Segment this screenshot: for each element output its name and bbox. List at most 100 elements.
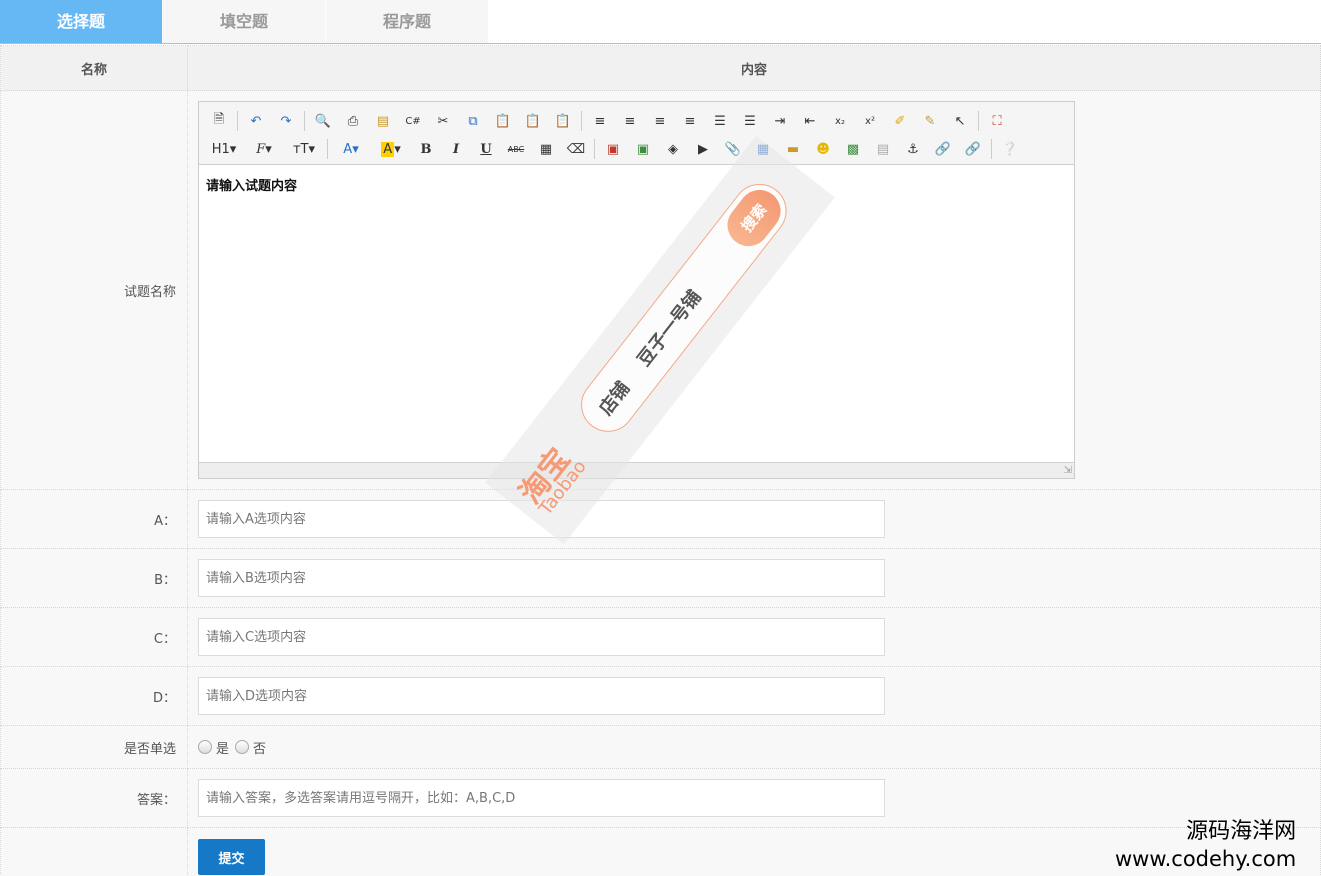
unordered-list-icon[interactable]: ☰ (738, 110, 762, 132)
align-right-icon[interactable]: ≡ (648, 110, 672, 132)
superscript-icon[interactable]: x² (858, 110, 882, 132)
align-center-icon[interactable]: ≡ (618, 110, 642, 132)
single-choice-label: 是否单选 (0, 725, 188, 769)
header-content: 内容 (187, 45, 1321, 91)
link-icon[interactable]: 🔗 (931, 138, 955, 160)
option-c-input[interactable] (198, 618, 885, 656)
resize-handle-icon[interactable]: ⇲ (1062, 466, 1072, 476)
option-a-cell (187, 489, 1321, 549)
option-a-input[interactable] (198, 500, 885, 538)
option-c-cell (187, 607, 1321, 667)
clear-format-icon[interactable]: ✐ (888, 110, 912, 132)
hilitecolor-dropdown[interactable]: A ▾ (374, 138, 408, 160)
italic-button[interactable]: I (444, 138, 468, 160)
table-icon[interactable]: ▦ (751, 138, 775, 160)
font-dropdown[interactable]: F ▾ (247, 138, 281, 160)
underline-label: U (480, 141, 492, 157)
site-watermark: 源码海洋网 www.codehy.com (1115, 818, 1296, 872)
strikethrough-button[interactable]: ABC (504, 138, 528, 160)
option-d-input[interactable] (198, 677, 885, 715)
option-b-label: B： (0, 548, 188, 608)
print-icon[interactable]: ⎙ (341, 110, 365, 132)
single-choice-row: 是否单选 是 否 (0, 725, 1321, 769)
radio-yes[interactable] (198, 740, 212, 754)
attachment-icon[interactable]: 📎 (721, 138, 745, 160)
editor-statusbar: ⇲ (199, 462, 1074, 478)
toolbar-separator (581, 111, 582, 131)
option-d-label: D： (0, 666, 188, 726)
single-choice-radios: 是 否 (198, 738, 1320, 757)
answer-label: 答案： (0, 768, 188, 828)
code-icon[interactable]: C# (401, 110, 425, 132)
question-name-row: 试题名称 🗎 ↶ ↷ 🔍 ⎙ ▤ C# ✂ ⧉ 📋 📋 📋 ≡ ≡ ≡ ≡ ☰ … (0, 90, 1321, 490)
option-b-input[interactable] (198, 559, 885, 597)
tab-fill-blank[interactable]: 填空题 (163, 0, 325, 43)
italic-label: I (452, 141, 460, 157)
redo-icon[interactable]: ↷ (274, 110, 298, 132)
emoticon-icon[interactable]: ☻ (811, 138, 835, 160)
anchor-icon[interactable]: ⚓ (901, 138, 925, 160)
help-icon[interactable]: ❔ (998, 138, 1022, 160)
paste-word-icon[interactable]: 📋 (551, 110, 575, 132)
font-size-dropdown[interactable]: тT ▾ (287, 138, 321, 160)
preview-icon[interactable]: 🔍 (311, 110, 335, 132)
paste-icon[interactable]: 📋 (491, 110, 515, 132)
bold-label: B (420, 141, 432, 157)
select-all-icon[interactable]: ✎ (918, 110, 942, 132)
radio-no[interactable] (235, 740, 250, 754)
strikethrough-label: ABC (507, 144, 525, 154)
option-d-row: D： (0, 666, 1321, 726)
tab-choice[interactable]: 选择题 (0, 0, 162, 43)
subscript-icon[interactable]: x₂ (828, 110, 852, 132)
page-break-icon[interactable]: ▤ (871, 138, 895, 160)
unlink-icon[interactable]: 🔗 (961, 138, 985, 160)
radio-yes-label: 是 (216, 741, 230, 757)
template-icon[interactable]: ▤ (371, 110, 395, 132)
toolbar-separator (978, 111, 979, 131)
table-header-row: 名称 内容 (0, 45, 1321, 91)
editor-toolbar: 🗎 ↶ ↷ 🔍 ⎙ ▤ C# ✂ ⧉ 📋 📋 📋 ≡ ≡ ≡ ≡ ☰ ☰ ⇥ ⇤… (199, 102, 1074, 165)
toolbar-row-2: H1 ▾ F ▾ тT ▾ A ▾ A ▾ B I U ABC ▦ ⌫ ▣ ▣ … (207, 135, 1066, 163)
option-d-cell (187, 666, 1321, 726)
option-b-row: B： (0, 548, 1321, 608)
indent-icon[interactable]: ⇥ (768, 110, 792, 132)
tab-program[interactable]: 程序题 (326, 0, 488, 43)
map-icon[interactable]: ▩ (841, 138, 865, 160)
option-a-label: A： (0, 489, 188, 549)
toolbar-separator (594, 139, 595, 159)
copy-icon[interactable]: ⧉ (461, 110, 485, 132)
flash-icon[interactable]: ◈ (661, 138, 685, 160)
forecolor-dropdown[interactable]: A ▾ (334, 138, 368, 160)
outdent-icon[interactable]: ⇤ (798, 110, 822, 132)
watermark-site-name: 源码海洋网 (1186, 819, 1297, 844)
question-form-table: 名称 内容 试题名称 🗎 ↶ ↷ 🔍 ⎙ ▤ C# ✂ ⧉ 📋 📋 📋 ≡ ≡ … (0, 45, 1321, 876)
submit-button[interactable]: 提交 (198, 839, 265, 875)
header-name: 名称 (0, 45, 188, 91)
remove-format-icon[interactable]: ⌫ (564, 138, 588, 160)
ordered-list-icon[interactable]: ☰ (708, 110, 732, 132)
image-icon[interactable]: ▣ (601, 138, 625, 160)
horizontal-rule-icon[interactable]: ▬ (781, 138, 805, 160)
source-icon[interactable]: 🗎 (207, 110, 231, 132)
heading-label: H1 (211, 141, 230, 157)
answer-input[interactable] (198, 779, 885, 817)
undo-icon[interactable]: ↶ (244, 110, 268, 132)
rich-text-editor: 🗎 ↶ ↷ 🔍 ⎙ ▤ C# ✂ ⧉ 📋 📋 📋 ≡ ≡ ≡ ≡ ☰ ☰ ⇥ ⇤… (198, 101, 1075, 479)
underline-button[interactable]: U (474, 138, 498, 160)
heading-dropdown[interactable]: H1 ▾ (207, 138, 241, 160)
align-justify-icon[interactable]: ≡ (678, 110, 702, 132)
cut-icon[interactable]: ✂ (431, 110, 455, 132)
media-icon[interactable]: ▶ (691, 138, 715, 160)
select-icon[interactable]: ↖ (948, 110, 972, 132)
multi-image-icon[interactable]: ▣ (631, 138, 655, 160)
question-name-cell: 🗎 ↶ ↷ 🔍 ⎙ ▤ C# ✂ ⧉ 📋 📋 📋 ≡ ≡ ≡ ≡ ☰ ☰ ⇥ ⇤… (187, 90, 1321, 490)
editor-content[interactable]: 请输入试题内容 (199, 165, 1074, 462)
align-left-icon[interactable]: ≡ (588, 110, 612, 132)
paste-text-icon[interactable]: 📋 (521, 110, 545, 132)
bold-button[interactable]: B (414, 138, 438, 160)
fullscreen-icon[interactable]: ⛶ (985, 110, 1009, 132)
line-height-icon[interactable]: ▦ (534, 138, 558, 160)
option-c-label: C： (0, 607, 188, 667)
single-choice-cell: 是 否 (187, 725, 1321, 769)
hilitecolor-label: A (381, 141, 395, 157)
